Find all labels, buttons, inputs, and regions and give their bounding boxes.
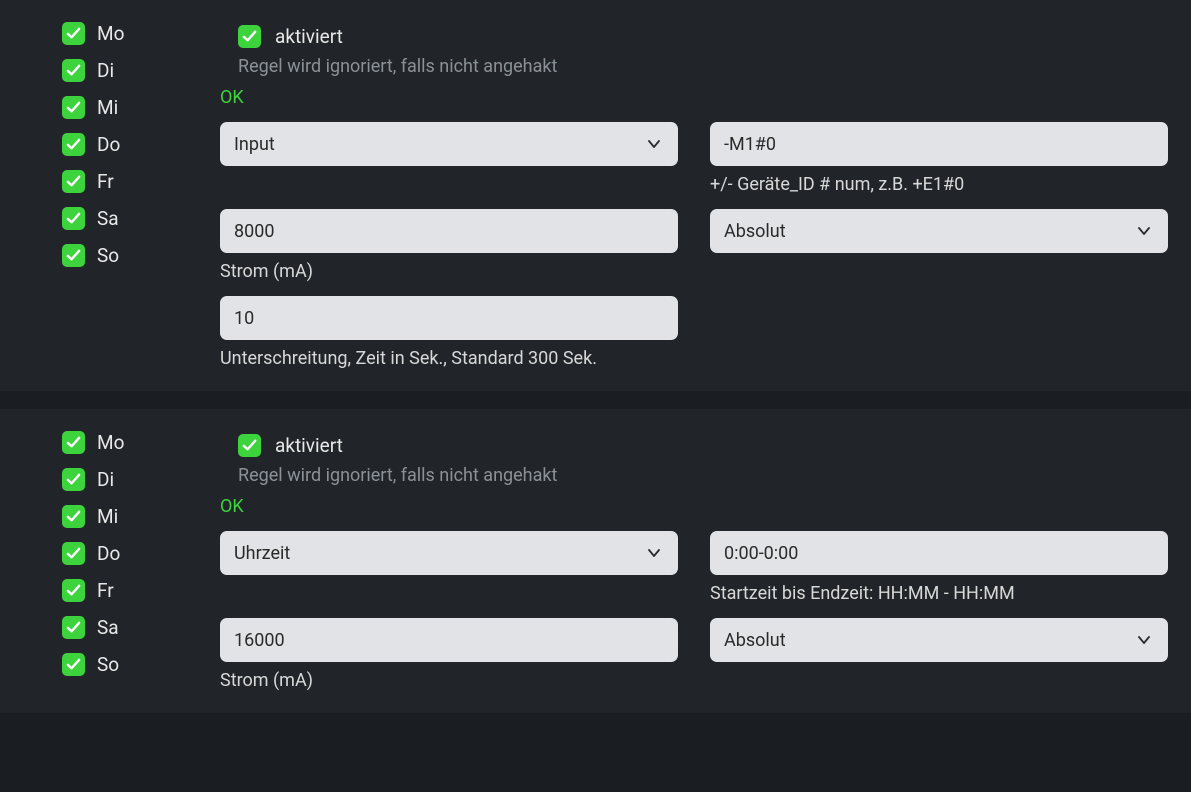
- weekday-mi[interactable]: Mi: [62, 96, 220, 119]
- mode-value[interactable]: [710, 618, 1168, 662]
- device-id-input[interactable]: [710, 122, 1168, 166]
- check-icon: [62, 431, 85, 454]
- status-text: OK: [220, 87, 1169, 108]
- time-range-input[interactable]: [710, 531, 1168, 575]
- time-range-hint: Startzeit bis Endzeit: HH:MM - HH:MM: [710, 583, 1168, 604]
- check-icon: [62, 207, 85, 230]
- weekday-column: Mo Di Mi Do Fr Sa So: [0, 22, 220, 369]
- check-icon: [62, 133, 85, 156]
- weekday-label: So: [97, 653, 119, 676]
- check-icon: [62, 96, 85, 119]
- activated-checkbox[interactable]: aktiviert: [238, 434, 1169, 457]
- current-input[interactable]: [220, 618, 678, 662]
- weekday-sa[interactable]: Sa: [62, 616, 220, 639]
- weekday-label: Fr: [97, 579, 114, 602]
- weekday-label: Di: [97, 468, 114, 491]
- current-input[interactable]: [220, 209, 678, 253]
- check-icon: [62, 22, 85, 45]
- mode-select[interactable]: [710, 618, 1168, 662]
- weekday-label: Mo: [97, 431, 124, 454]
- rule-block: Mo Di Mi Do Fr Sa So aktiviert: [0, 409, 1191, 713]
- mode-value[interactable]: [710, 209, 1168, 253]
- status-text: OK: [220, 496, 1169, 517]
- weekday-label: Mi: [97, 96, 118, 119]
- rule-settings: aktiviert Regel wird ignoriert, falls ni…: [220, 22, 1191, 369]
- weekday-di[interactable]: Di: [62, 59, 220, 82]
- check-icon: [62, 505, 85, 528]
- activated-label: aktiviert: [275, 434, 343, 457]
- check-icon: [62, 653, 85, 676]
- weekday-label: Fr: [97, 170, 114, 193]
- weekday-label: So: [97, 244, 119, 267]
- check-icon: [62, 244, 85, 267]
- current-label: Strom (mA): [220, 261, 678, 282]
- weekday-sa[interactable]: Sa: [62, 207, 220, 230]
- check-icon: [62, 170, 85, 193]
- current-label: Strom (mA): [220, 670, 678, 691]
- condition-type-value[interactable]: [220, 531, 678, 575]
- activated-label: aktiviert: [275, 25, 343, 48]
- check-icon: [238, 434, 261, 457]
- weekday-label: Do: [97, 542, 120, 565]
- weekday-mi[interactable]: Mi: [62, 505, 220, 528]
- condition-type-select[interactable]: [220, 531, 678, 575]
- weekday-label: Mi: [97, 505, 118, 528]
- condition-type-value[interactable]: [220, 122, 678, 166]
- weekday-label: Mo: [97, 22, 124, 45]
- weekday-fr[interactable]: Fr: [62, 579, 220, 602]
- check-icon: [62, 59, 85, 82]
- device-id-hint: +/- Geräte_ID # num, z.B. +E1#0: [710, 174, 1168, 195]
- check-icon: [62, 542, 85, 565]
- weekday-so[interactable]: So: [62, 244, 220, 267]
- weekday-di[interactable]: Di: [62, 468, 220, 491]
- weekday-mo[interactable]: Mo: [62, 431, 220, 454]
- weekday-do[interactable]: Do: [62, 542, 220, 565]
- activated-hint: Regel wird ignoriert, falls nicht angeha…: [238, 56, 1169, 77]
- weekday-fr[interactable]: Fr: [62, 170, 220, 193]
- check-icon: [62, 616, 85, 639]
- undershoot-time-hint: Unterschreitung, Zeit in Sek., Standard …: [220, 348, 678, 369]
- weekday-column: Mo Di Mi Do Fr Sa So: [0, 431, 220, 691]
- weekday-label: Sa: [97, 207, 119, 230]
- mode-select[interactable]: [710, 209, 1168, 253]
- rule-settings: aktiviert Regel wird ignoriert, falls ni…: [220, 431, 1191, 691]
- weekday-label: Do: [97, 133, 120, 156]
- condition-type-select[interactable]: [220, 122, 678, 166]
- check-icon: [62, 468, 85, 491]
- weekday-do[interactable]: Do: [62, 133, 220, 156]
- rule-block: Mo Di Mi Do Fr Sa So aktiviert: [0, 0, 1191, 391]
- activated-hint: Regel wird ignoriert, falls nicht angeha…: [238, 465, 1169, 486]
- weekday-so[interactable]: So: [62, 653, 220, 676]
- weekday-mo[interactable]: Mo: [62, 22, 220, 45]
- undershoot-time-input[interactable]: [220, 296, 678, 340]
- weekday-label: Di: [97, 59, 114, 82]
- weekday-label: Sa: [97, 616, 119, 639]
- check-icon: [62, 579, 85, 602]
- check-icon: [238, 25, 261, 48]
- activated-checkbox[interactable]: aktiviert: [238, 25, 1169, 48]
